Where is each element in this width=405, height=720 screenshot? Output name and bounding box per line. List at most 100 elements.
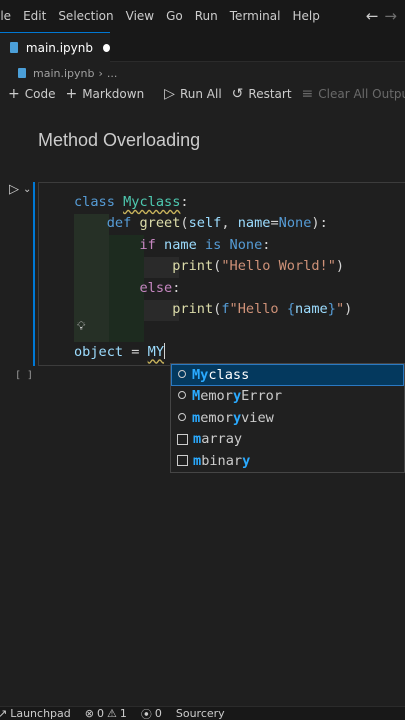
class-icon: ⭘: [177, 367, 187, 381]
run-all-icon: ▷: [164, 86, 175, 102]
history-nav: ← →: [366, 7, 405, 25]
notebook-toolbar: + Code + Markdown ▷ Run All ↺ Restart ≡ …: [0, 84, 405, 104]
menu-go[interactable]: Go: [160, 0, 189, 32]
clear-all-label: Clear All Outputs: [318, 87, 405, 101]
plus-icon: +: [8, 86, 20, 102]
suggestion-rest: view: [241, 409, 274, 426]
markdown-heading[interactable]: Method Overloading: [38, 130, 200, 151]
run-all-label: Run All: [179, 87, 222, 101]
menu-terminal[interactable]: Terminal: [224, 0, 287, 32]
menu-run[interactable]: Run: [189, 0, 224, 32]
punctuation: ):: [311, 215, 328, 232]
restart-label: Restart: [248, 87, 292, 101]
menu-view[interactable]: View: [120, 0, 160, 32]
suggestion-text: binar: [201, 452, 243, 469]
notebook-file-icon: [18, 68, 26, 78]
forward-arrow-icon[interactable]: →: [384, 7, 397, 25]
menu-file[interactable]: ile: [0, 0, 17, 32]
code-line: print(f"Hello {name}"): [172, 301, 353, 318]
autocomplete-suggest-widget: ⭘ My class ⭘ Memor y Error ⭘ m emor y view m ar…: [170, 363, 405, 473]
punctuation: :: [262, 236, 271, 253]
string: ": [335, 301, 345, 318]
class-name: Myclass: [123, 194, 181, 210]
back-arrow-icon[interactable]: ←: [366, 7, 379, 25]
code-line: object = MY: [74, 342, 166, 360]
suggestion-rest: class: [208, 366, 250, 383]
broadcast-icon: ⦿: [140, 707, 152, 720]
code-line: print("Hello World!"): [172, 258, 345, 275]
plus-icon: +: [65, 86, 78, 102]
brace: }: [327, 301, 336, 318]
sourcery-label: Sourcery: [175, 707, 225, 720]
breadcrumb-rest[interactable]: ...: [107, 67, 118, 80]
string: "Hello World!": [221, 258, 336, 275]
suggestion-rest: Error: [241, 388, 283, 405]
clear-all-outputs-button[interactable]: ≡ Clear All Outputs: [302, 86, 405, 102]
text-icon: [177, 455, 188, 467]
cell-focus-indicator: [33, 182, 35, 366]
suggestion-item[interactable]: m array: [171, 429, 404, 451]
suggestion-match: y: [242, 452, 251, 469]
menu-edit[interactable]: Edit: [17, 0, 52, 32]
suggestion-match: m: [193, 431, 202, 448]
tab-main-ipynb[interactable]: main.ipynb: [0, 32, 110, 62]
menu-selection[interactable]: Selection: [52, 0, 119, 32]
chevron-down-icon[interactable]: ⌄: [23, 184, 31, 195]
suggestion-match: m: [193, 452, 202, 469]
run-cell-icon[interactable]: ▷: [9, 182, 19, 197]
class-icon: ⭘: [177, 410, 187, 424]
error-icon: ⊗: [84, 707, 94, 720]
launchpad-status[interactable]: ↗ Launchpad: [0, 707, 71, 720]
keyword: else: [139, 279, 173, 296]
suggestion-item[interactable]: ⭘ My class: [171, 364, 404, 386]
ports-status[interactable]: ⦿ 0: [141, 706, 162, 720]
variable: name: [295, 301, 328, 318]
cell-run-controls: ▷ ⌄: [9, 182, 31, 197]
typed-text: MY: [147, 343, 165, 360]
editor-tab-bar: main.ipynb: [0, 32, 405, 62]
unsaved-dot-icon[interactable]: [102, 43, 110, 52]
sourcery-status[interactable]: Sourcery: [176, 707, 225, 720]
code-line: if name is None:: [74, 237, 270, 253]
error-count: 0: [96, 707, 104, 720]
keyword: def: [106, 215, 132, 232]
breadcrumb-file[interactable]: main.ipynb: [33, 67, 94, 80]
function-name: greet: [139, 215, 181, 232]
add-markdown-label: Markdown: [82, 87, 145, 101]
suggestion-match: m: [192, 409, 201, 426]
suggestion-item[interactable]: m binar y: [171, 450, 404, 472]
suggestion-match: y: [232, 409, 242, 426]
parameter: name: [237, 215, 271, 232]
text-icon: [177, 433, 188, 445]
warning-count: 1: [119, 707, 127, 720]
suggestion-item[interactable]: ⭘ Memor y Error: [171, 386, 404, 408]
punctuation: :: [172, 279, 181, 296]
punctuation: =: [270, 215, 279, 232]
restart-icon: ↺: [231, 86, 244, 102]
problems-status[interactable]: ⊗ 0 ⚠︎ 1: [85, 707, 127, 720]
punctuation: :: [180, 194, 189, 210]
run-all-button[interactable]: ▷ Run All: [164, 86, 221, 102]
clear-all-icon: ≡: [301, 86, 314, 102]
punctuation: (: [180, 215, 189, 232]
add-markdown-cell-button[interactable]: + Markdown: [65, 86, 144, 102]
suggestion-item[interactable]: ⭘ m emor y view: [171, 407, 404, 429]
function-name: print: [172, 301, 214, 318]
add-code-label: Code: [24, 87, 56, 101]
function-name: print: [172, 258, 214, 275]
constant: None: [278, 215, 312, 232]
suggestion-text: emor: [200, 409, 233, 426]
text-cursor: [164, 342, 166, 359]
breadcrumb: main.ipynb › ...: [0, 62, 405, 84]
class-icon: ⭘: [177, 389, 187, 403]
code-text[interactable]: class Myclass: def greet(self, name=None…: [74, 192, 352, 363]
keyword: if: [139, 236, 156, 253]
menu-help[interactable]: Help: [286, 0, 325, 32]
add-code-cell-button[interactable]: + Code: [8, 86, 55, 102]
code-line: class Myclass:: [74, 194, 189, 210]
suggestion-match: M: [192, 388, 201, 405]
restart-button[interactable]: ↺ Restart: [232, 86, 292, 102]
chevron-right-icon: ›: [98, 66, 103, 80]
brace: {: [286, 301, 295, 318]
notebook-file-icon: [10, 42, 18, 53]
